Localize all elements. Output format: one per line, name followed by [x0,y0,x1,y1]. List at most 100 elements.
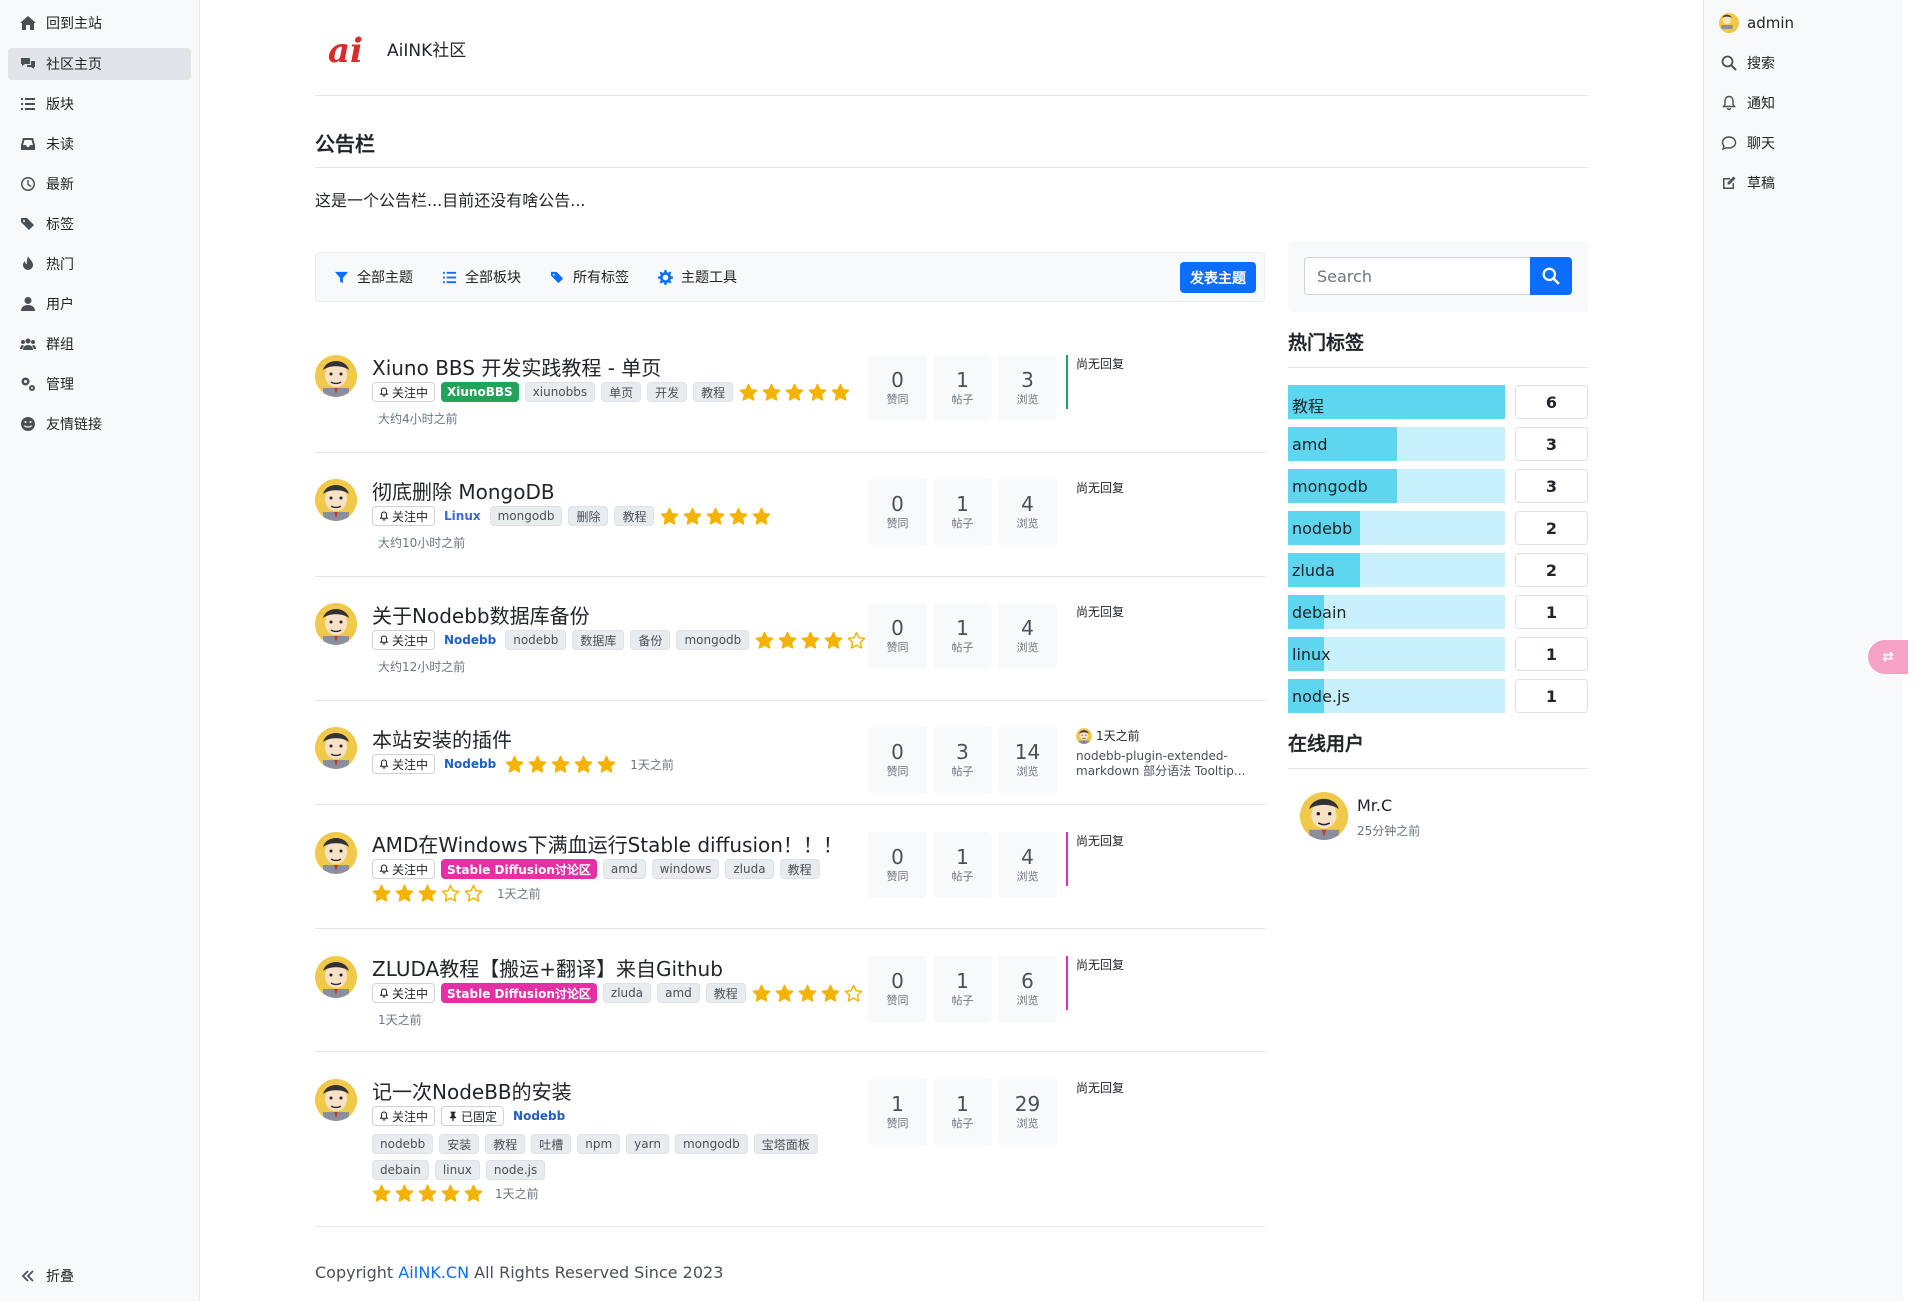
star-filled-icon[interactable] [798,984,817,1003]
all-tags-filter[interactable]: 所有标签 [550,267,629,287]
user-menu[interactable]: admin [1719,8,1794,38]
hot-tag-row[interactable]: linux 1 [1288,637,1588,671]
topic-tag[interactable]: 单页 [601,382,642,402]
hot-tag-row[interactable]: debain 1 [1288,595,1588,629]
category-badge[interactable]: Nodebb [510,1106,568,1126]
topic-tag[interactable]: 教程 [693,382,734,402]
star-filled-icon[interactable] [683,507,702,526]
all-categories-filter[interactable]: 全部板块 [442,267,521,287]
hot-tag-row[interactable]: 教程 6 [1288,385,1588,419]
follow-badge[interactable]: 关注中 [372,506,436,526]
topic-tag[interactable]: windows [651,859,720,879]
rating-stars[interactable] [372,1184,483,1203]
star-filled-icon[interactable] [778,631,797,650]
author-avatar[interactable] [315,1079,357,1121]
star-filled-icon[interactable] [729,507,748,526]
last-reply[interactable]: 尚无回复 [1066,956,1256,1010]
translate-button[interactable]: ⇄ [1868,640,1908,674]
topic-tag[interactable]: 宝塔面板 [753,1134,818,1154]
topic-title[interactable]: 本站安装的插件 [372,724,512,753]
hot-tag-row[interactable]: amd 3 [1288,427,1588,461]
last-reply[interactable]: 1天之前 nodebb-plugin-extended-markdown 部分语法… [1066,727,1256,779]
star-filled-icon[interactable] [372,884,391,903]
star-filled-icon[interactable] [755,631,774,650]
site-logo[interactable]: ai [325,26,369,70]
star-filled-icon[interactable] [775,984,794,1003]
last-reply[interactable]: 尚无回复 [1066,1079,1256,1096]
category-badge[interactable]: XiunoBBS [441,382,519,402]
topic-tag[interactable]: zluda [725,859,774,879]
online-user-name[interactable]: Mr.C [1357,796,1392,815]
star-filled-icon[interactable] [551,755,570,774]
author-avatar[interactable] [315,355,357,397]
topic-tag[interactable]: zluda [602,983,652,1003]
author-avatar[interactable] [315,603,357,645]
rs-chat[interactable]: 聊天 [1719,128,1775,158]
author-avatar[interactable] [315,956,357,998]
topic-tag[interactable]: nodebb [505,630,567,650]
hot-tag-row[interactable]: nodebb 2 [1288,511,1588,545]
topic-tag[interactable]: mongodb [674,1134,748,1154]
all-topics-filter[interactable]: 全部主题 [334,267,413,287]
topic-tag[interactable]: node.js [485,1160,546,1180]
star-filled-icon[interactable] [821,984,840,1003]
topic-tag[interactable]: 教程 [705,983,746,1003]
follow-badge[interactable]: 关注中 [372,859,436,879]
star-filled-icon[interactable] [418,1184,437,1203]
star-filled-icon[interactable] [660,507,679,526]
topic-tag[interactable]: debain [372,1160,429,1180]
topic-tag[interactable]: 备份 [630,630,671,650]
new-topic-button[interactable]: 发表主题 [1180,262,1256,293]
category-badge[interactable]: Stable Diffusion讨论区 [441,859,597,879]
topic-title[interactable]: 彻底删除 MongoDB [372,476,555,505]
category-badge[interactable]: Nodebb [441,754,499,774]
rating-stars[interactable] [752,984,863,1003]
category-badge[interactable]: Linux [441,506,484,526]
author-avatar[interactable] [315,727,357,769]
star-filled-icon[interactable] [395,1184,414,1203]
star-filled-icon[interactable] [801,631,820,650]
hot-tag-row[interactable]: zluda 2 [1288,553,1588,587]
topic-tag[interactable]: mongodb [489,506,563,526]
topic-tag[interactable]: linux [434,1160,480,1180]
star-filled-icon[interactable] [574,755,593,774]
last-reply[interactable]: 尚无回复 [1066,603,1256,620]
follow-badge[interactable]: 关注中 [372,754,436,774]
topic-tag[interactable]: nodebb [372,1134,434,1154]
nav-tags[interactable]: 标签 [8,208,191,240]
topic-tag[interactable]: 删除 [568,506,609,526]
search-input[interactable]: Search [1304,257,1530,295]
follow-badge[interactable]: 关注中 [372,983,436,1003]
category-badge[interactable]: Stable Diffusion讨论区 [441,983,597,1003]
follow-badge[interactable]: 关注中 [372,630,436,650]
star-filled-icon[interactable] [752,507,771,526]
nav-recent[interactable]: 最新 [8,168,191,200]
star-filled-icon[interactable] [395,884,414,903]
nav-groups[interactable]: 群组 [8,328,191,360]
star-empty-icon[interactable] [464,884,483,903]
rs-notifications[interactable]: 通知 [1719,88,1775,118]
collapse-sidebar-button[interactable]: 折叠 [8,1260,191,1292]
topic-tag[interactable]: 吐槽 [531,1134,572,1154]
star-filled-icon[interactable] [418,884,437,903]
star-filled-icon[interactable] [441,1184,460,1203]
topic-tag[interactable]: npm [577,1134,621,1154]
hot-tag-row[interactable]: mongodb 3 [1288,469,1588,503]
topic-tag[interactable]: 教程 [614,506,655,526]
topic-title[interactable]: AMD在Windows下满血运行Stable diffusion！！！ [372,829,843,858]
star-filled-icon[interactable] [762,383,781,402]
star-empty-icon[interactable] [441,884,460,903]
star-filled-icon[interactable] [706,507,725,526]
hot-tag-row[interactable]: node.js 1 [1288,679,1588,713]
nav-popular[interactable]: 热门 [8,248,191,280]
star-empty-icon[interactable] [847,631,866,650]
topic-tools-dropdown[interactable]: 主题工具 [658,267,737,287]
rating-stars[interactable] [505,755,616,774]
last-reply[interactable]: 尚无回复 [1066,479,1256,496]
topic-tag[interactable]: 开发 [647,382,688,402]
topic-tag[interactable]: mongodb [676,630,750,650]
star-filled-icon[interactable] [739,383,758,402]
star-filled-icon[interactable] [785,383,804,402]
nav-community-home[interactable]: 社区主页 [8,48,191,80]
nav-admin[interactable]: 管理 [8,368,191,400]
